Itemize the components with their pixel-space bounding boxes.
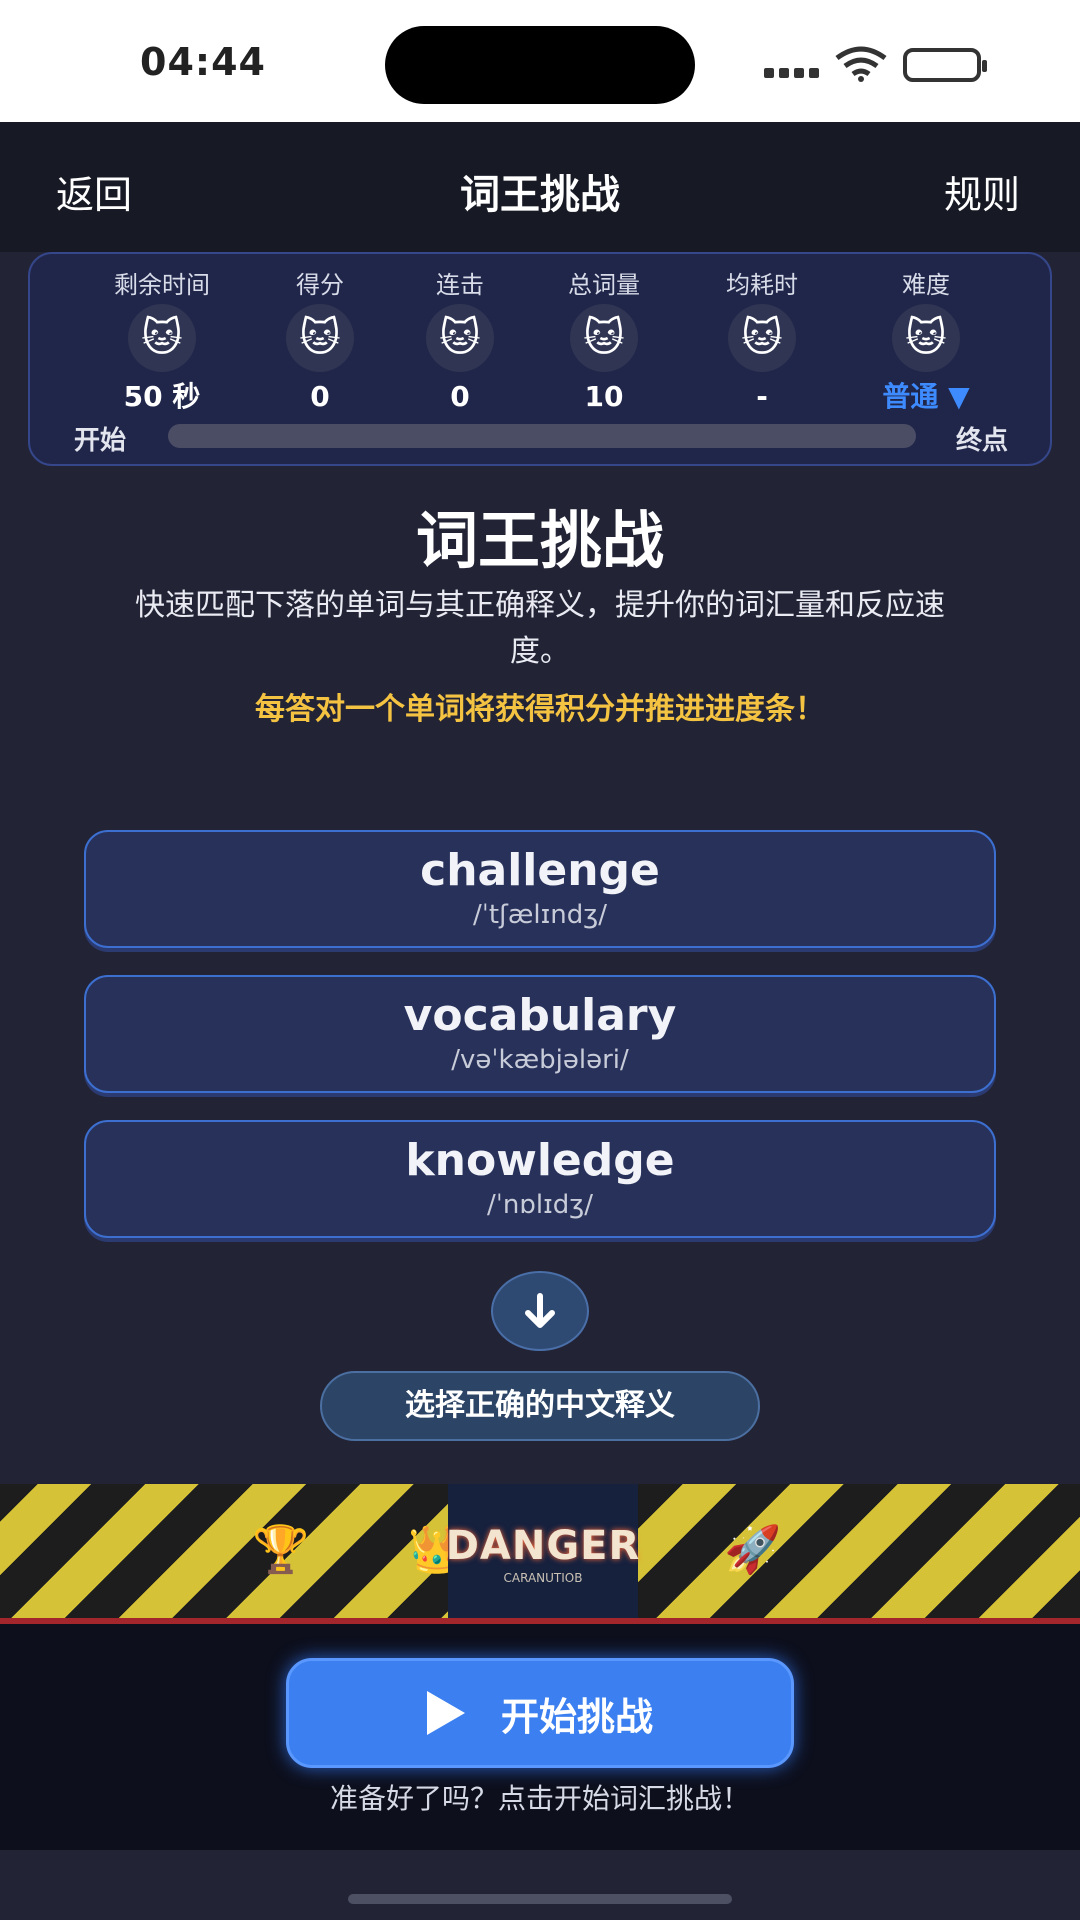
hero-description: 快速匹配下落的单词与其正确释义，提升你的词汇量和反应速度。 — [135, 588, 945, 669]
stat-label: 难度 — [902, 271, 950, 299]
signal-icon — [764, 68, 819, 78]
word-text: challenge — [420, 845, 660, 896]
rules-button[interactable]: 规则 — [944, 164, 1020, 219]
hero-hint: 每答对一个单词将获得积分并推进进度条！ — [255, 692, 825, 727]
rocket-icon: 🚀 — [724, 1522, 782, 1576]
select-meaning-prompt: 选择正确的中文释义 — [320, 1371, 760, 1441]
stat-label: 剩余时间 — [114, 271, 210, 299]
difficulty-select[interactable]: 普通 ▼ — [856, 380, 996, 414]
stat-label: 均耗时 — [726, 271, 798, 299]
stat-label: 总词量 — [568, 271, 640, 299]
bottom-action-area: 开始挑战 准备好了吗？点击开始词汇挑战！ — [0, 1624, 1080, 1850]
home-indicator[interactable] — [348, 1894, 732, 1904]
word-phonetic: /vəˈkæbjələri/ — [451, 1045, 629, 1075]
trophy-icon: 🏆 — [252, 1522, 310, 1576]
danger-banner: 🏆 👑 DANGER CARANUTIOB 🚀 — [0, 1484, 1080, 1624]
stat-score: 得分 🐱 0 — [250, 268, 390, 414]
stat-value: 10 — [584, 380, 624, 413]
stats-panel: 剩余时间 🐱 50 秒 得分 🐱 0 连击 🐱 0 总词量 🐱 10 均耗时 🐱… — [28, 252, 1052, 466]
stat-label: 连击 — [436, 271, 484, 299]
cat-tabby-icon: 🐱 — [570, 304, 638, 372]
stat-difficulty[interactable]: 难度 🐱 普通 ▼ — [856, 268, 996, 414]
hero-title: 词王挑战 — [415, 504, 664, 577]
nav-bar: 返回 词王挑战 规则 — [0, 122, 1080, 252]
start-challenge-label: 开始挑战 — [500, 1694, 653, 1739]
danger-subtext: CARANUTIOB — [503, 1571, 583, 1585]
stat-value: 0 — [450, 380, 470, 413]
start-challenge-button[interactable]: 开始挑战 — [286, 1658, 794, 1768]
cat-calico-icon: 🐱 — [728, 304, 796, 372]
status-bar: 04:44 — [0, 0, 1080, 122]
wifi-icon — [835, 46, 887, 82]
danger-sign: DANGER CARANUTIOB — [445, 1484, 641, 1624]
status-time: 04:44 — [140, 40, 266, 84]
arrow-down-icon — [491, 1271, 589, 1351]
play-icon — [426, 1691, 465, 1735]
page-title: 词王挑战 — [460, 172, 620, 218]
stat-combo: 连击 🐱 0 — [390, 268, 530, 414]
progress-start-label: 开始 — [74, 426, 127, 456]
stat-value: 0 — [310, 380, 330, 413]
progress-bar — [168, 424, 916, 448]
word-phonetic: /ˈnɒlɪdʒ/ — [486, 1190, 594, 1220]
cat-white-icon: 🐱 — [892, 304, 960, 372]
word-card[interactable]: knowledge /ˈnɒlɪdʒ/ — [84, 1120, 996, 1238]
cat-orange-icon: 🐱 — [426, 304, 494, 372]
stat-total-words: 总词量 🐱 10 — [534, 268, 674, 414]
stat-avg-time: 均耗时 🐱 - — [692, 268, 832, 414]
stat-time-remaining: 剩余时间 🐱 50 秒 — [92, 268, 232, 414]
danger-text: DANGER — [445, 1523, 641, 1569]
cat-gray-icon: 🐱 — [128, 304, 196, 372]
word-text: vocabulary — [403, 990, 677, 1041]
word-text: knowledge — [405, 1135, 675, 1186]
battery-icon — [903, 48, 987, 82]
dynamic-island — [385, 26, 695, 104]
word-card[interactable]: challenge /ˈtʃælɪndʒ/ — [84, 830, 996, 948]
word-card[interactable]: vocabulary /vəˈkæbjələri/ — [84, 975, 996, 1093]
word-phonetic: /ˈtʃælɪndʒ/ — [472, 900, 607, 930]
progress-end-label: 终点 — [955, 426, 1008, 456]
stat-value: - — [756, 380, 768, 413]
bottom-hint: 准备好了吗？点击开始词汇挑战！ — [329, 1782, 750, 1815]
stat-label: 得分 — [296, 271, 344, 299]
home-indicator-area — [0, 1850, 1080, 1920]
cat-cream-icon: 🐱 — [286, 304, 354, 372]
stat-value: 50 秒 — [123, 380, 201, 413]
